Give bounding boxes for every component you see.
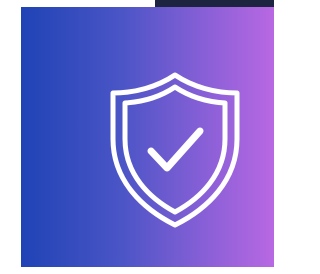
page <box>0 0 274 274</box>
security-banner <box>21 7 274 267</box>
check-mark <box>147 127 204 172</box>
shield-check-icon <box>105 69 245 231</box>
shield-inner-outline <box>122 84 228 215</box>
shield-outer-outline <box>110 72 240 228</box>
top-bar <box>155 0 274 7</box>
